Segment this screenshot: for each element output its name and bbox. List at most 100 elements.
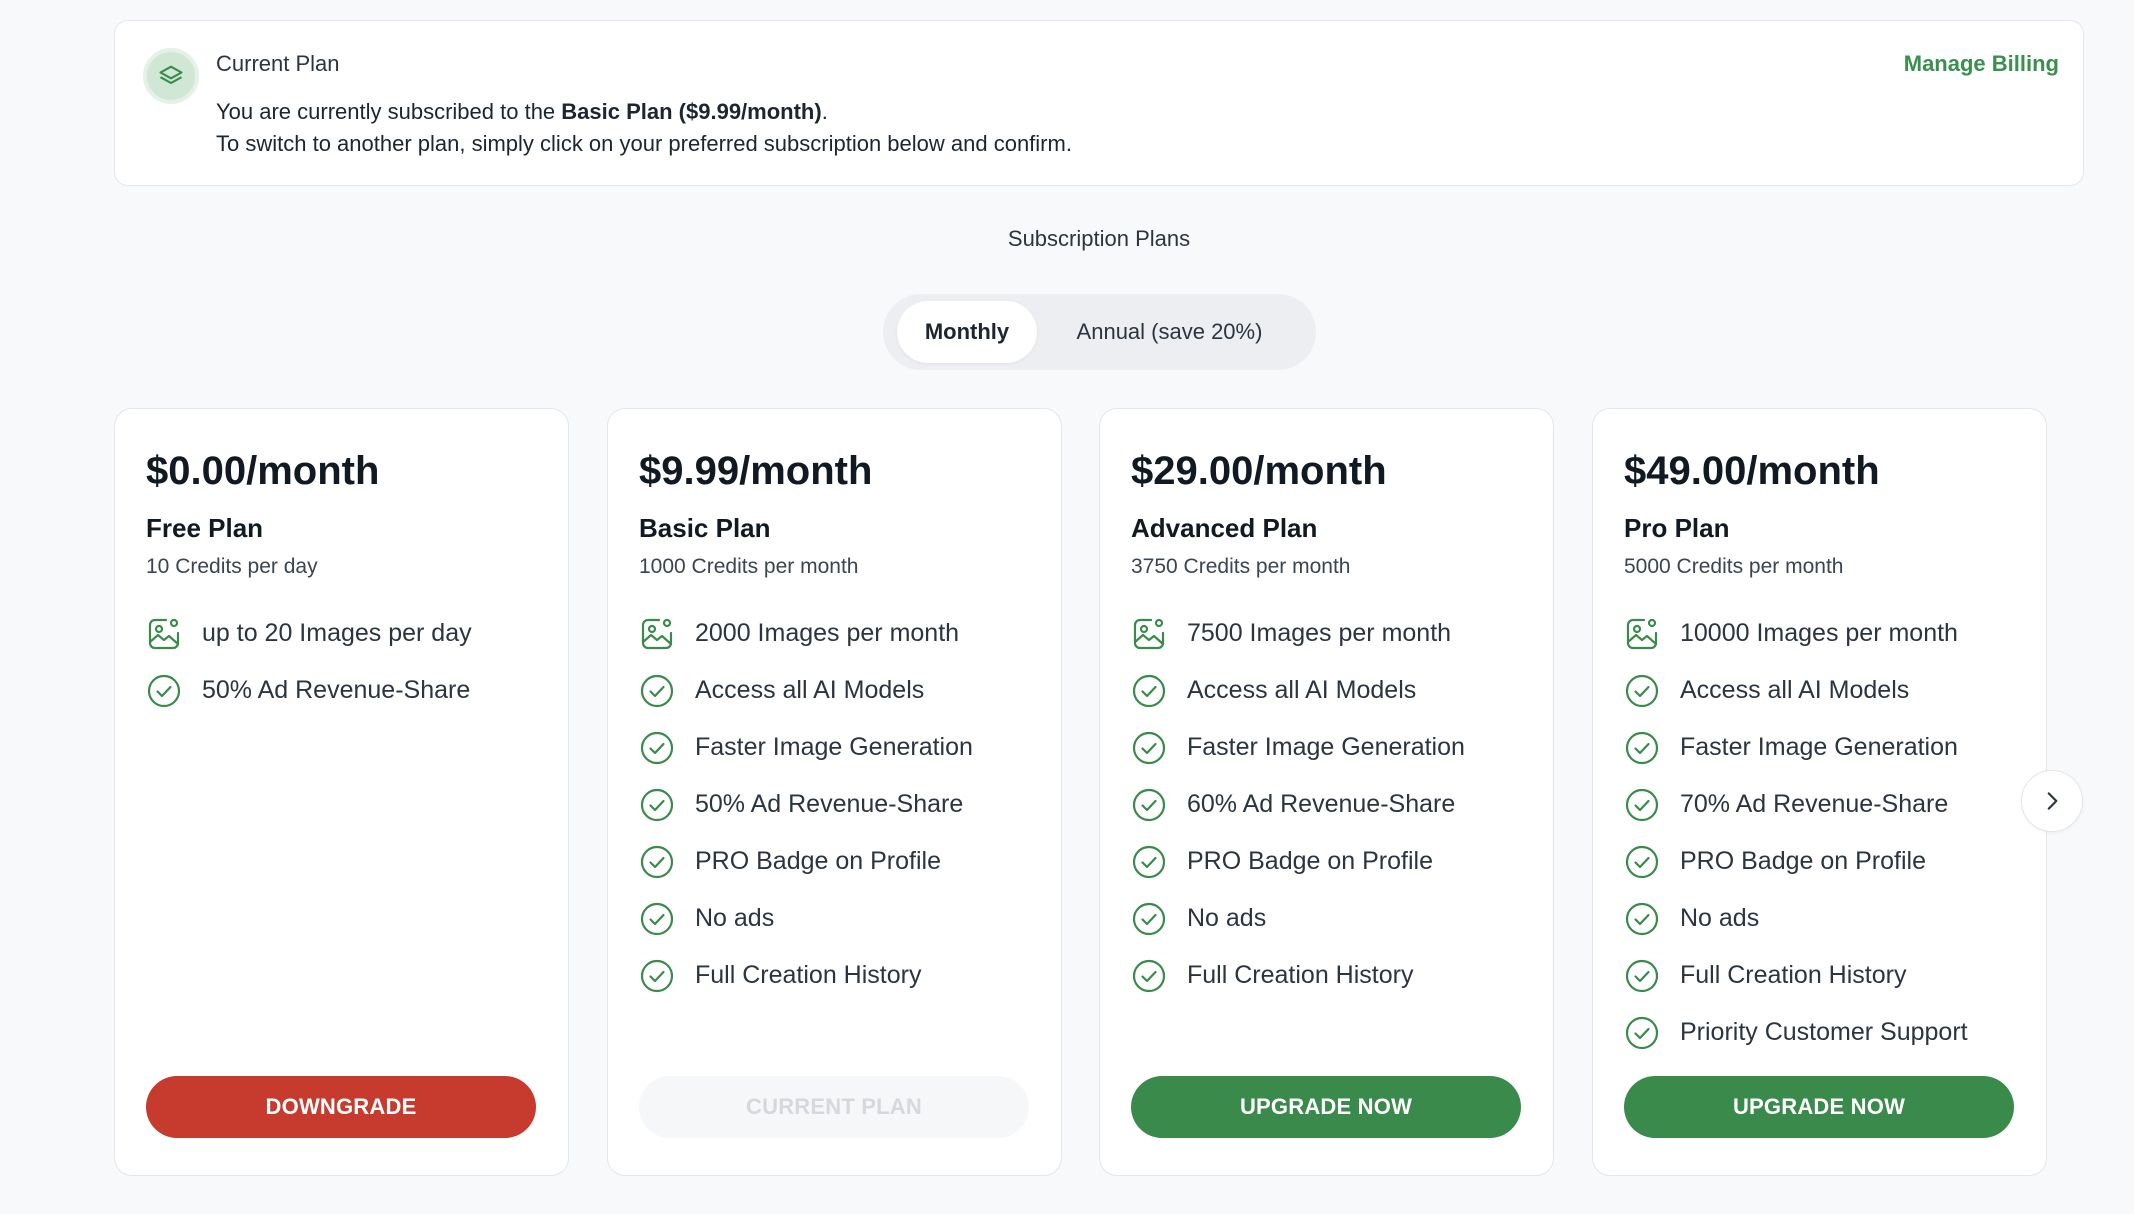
check-circle-icon [1624,844,1660,880]
plan-card[interactable]: $9.99/month Basic Plan 1000 Credits per mo… [607,408,1062,1176]
plan-feature: Faster Image Generation [639,719,973,776]
check-circle-icon [639,844,675,880]
plan-feature: 7500 Images per month [1131,605,1465,662]
check-circle-icon [146,673,182,709]
plan-price: $0.00/month [146,449,380,493]
check-circle-icon [1131,787,1167,823]
plan-feature-text: PRO Badge on Profile [1187,847,1433,875]
image-icon [1131,616,1167,652]
plan-feature-text: up to 20 Images per day [202,619,472,647]
carousel-next-button[interactable] [2021,770,2083,832]
plan-name: Basic Plan [639,513,771,543]
plan-feature: Faster Image Generation [1131,719,1465,776]
plan-card[interactable]: $49.00/month Pro Plan 5000 Credits per mon… [1592,408,2047,1176]
downgrade-button[interactable]: DOWNGRADE [146,1076,536,1138]
plan-feature: 10000 Images per month [1624,605,1968,662]
plan-feature-text: 70% Ad Revenue-Share [1680,790,1949,818]
plan-credits: 5000 Credits per month [1624,555,1844,578]
plan-card[interactable]: $0.00/month Free Plan 10 Credits per day up… [114,408,569,1176]
plan-feature-text: Full Creation History [1187,961,1414,989]
image-icon [639,616,675,652]
plan-feature: PRO Badge on Profile [639,833,973,890]
check-circle-icon [1131,901,1167,937]
subscription-plans-title: Subscription Plans [1007,226,1191,251]
current-plan-name: Basic Plan ($9.99/month) [561,99,822,124]
plan-credits: 10 Credits per day [146,555,318,578]
plan-feature: 60% Ad Revenue-Share [1131,776,1465,833]
plan-price: $29.00/month [1131,449,1387,493]
upgrade-now-button[interactable]: UPGRADE NOW [1131,1076,1521,1138]
plan-feature-text: 50% Ad Revenue-Share [202,676,471,704]
check-circle-icon [1624,958,1660,994]
manage-billing-link[interactable]: Manage Billing [1904,51,2059,77]
plan-card[interactable]: $29.00/month Advanced Plan 3750 Credits pe… [1099,408,1554,1176]
plan-feature: Priority Customer Support [1624,1004,1968,1061]
plan-feature-text: PRO Badge on Profile [1680,847,1926,875]
plan-feature: Full Creation History [639,947,973,1004]
plan-feature: 2000 Images per month [639,605,973,662]
plan-feature-text: 50% Ad Revenue-Share [695,790,964,818]
plan-feature: 50% Ad Revenue-Share [146,662,472,719]
plan-feature-text: No ads [1187,904,1267,932]
plan-name: Free Plan [146,513,264,543]
current-plan-button: CURRENT PLAN [639,1076,1029,1138]
plan-feature: Faster Image Generation [1624,719,1968,776]
annual-toggle-button[interactable]: Annual (save 20%) [1037,301,1302,363]
billing-period-toggle: Monthly Annual (save 20%) [883,294,1316,370]
plan-feature: Full Creation History [1624,947,1968,1004]
plan-name: Advanced Plan [1131,513,1318,543]
check-circle-icon [639,673,675,709]
plan-feature: Access all AI Models [1624,662,1968,719]
plan-feature: PRO Badge on Profile [1624,833,1968,890]
chevron-right-icon [2047,792,2058,810]
plan-name: Pro Plan [1624,513,1730,543]
plan-feature-text: 7500 Images per month [1187,619,1452,647]
check-circle-icon [1624,673,1660,709]
plan-feature-text: Faster Image Generation [695,733,973,761]
check-circle-icon [639,730,675,766]
plan-feature-text: Faster Image Generation [1680,733,1958,761]
check-circle-icon [639,958,675,994]
plan-feature: PRO Badge on Profile [1131,833,1465,890]
check-circle-icon [1624,787,1660,823]
monthly-toggle-button[interactable]: Monthly [897,301,1037,363]
check-circle-icon [1131,730,1167,766]
current-plan-description: You are currently subscribed to the Basi… [216,99,828,124]
plan-feature-list: 7500 Images per month Access all AI Model… [1131,605,1465,1004]
plan-feature-list: up to 20 Images per day 50% Ad Revenue-Sh… [146,605,472,719]
plan-feature: Full Creation History [1131,947,1465,1004]
current-plan-instructions: To switch to another plan, simply click … [216,131,1072,156]
check-circle-icon [639,901,675,937]
image-icon [146,616,182,652]
plan-feature: No ads [639,890,973,947]
image-icon [1624,616,1660,652]
current-plan-banner: Current Plan You are currently subscribe… [114,20,2084,186]
layers-icon [143,48,199,104]
check-circle-icon [1131,844,1167,880]
check-circle-icon [639,787,675,823]
plan-feature-list: 2000 Images per month Access all AI Model… [639,605,973,1004]
plan-feature-text: 2000 Images per month [695,619,960,647]
plan-feature-text: Full Creation History [1680,961,1907,989]
plan-feature: up to 20 Images per day [146,605,472,662]
plan-price: $9.99/month [639,449,873,493]
plan-feature-text: Full Creation History [695,961,922,989]
plan-feature-text: No ads [695,904,775,932]
plan-price: $49.00/month [1624,449,1880,493]
plan-feature-list: 10000 Images per month Access all AI Mode… [1624,605,1968,1061]
check-circle-icon [1624,1015,1660,1051]
plan-feature-text: No ads [1680,904,1760,932]
plan-feature-text: Priority Customer Support [1680,1018,1968,1046]
plan-feature-text: Access all AI Models [1187,676,1417,704]
plan-feature: 70% Ad Revenue-Share [1624,776,1968,833]
check-circle-icon [1624,901,1660,937]
plan-feature: Access all AI Models [1131,662,1465,719]
plan-feature: Access all AI Models [639,662,973,719]
plan-feature-text: 60% Ad Revenue-Share [1187,790,1456,818]
plan-feature-text: Access all AI Models [695,676,925,704]
plan-feature: 50% Ad Revenue-Share [639,776,973,833]
plan-credits: 1000 Credits per month [639,555,859,578]
upgrade-now-button[interactable]: UPGRADE NOW [1624,1076,2014,1138]
plan-feature-text: PRO Badge on Profile [695,847,941,875]
plan-feature-text: Access all AI Models [1680,676,1910,704]
